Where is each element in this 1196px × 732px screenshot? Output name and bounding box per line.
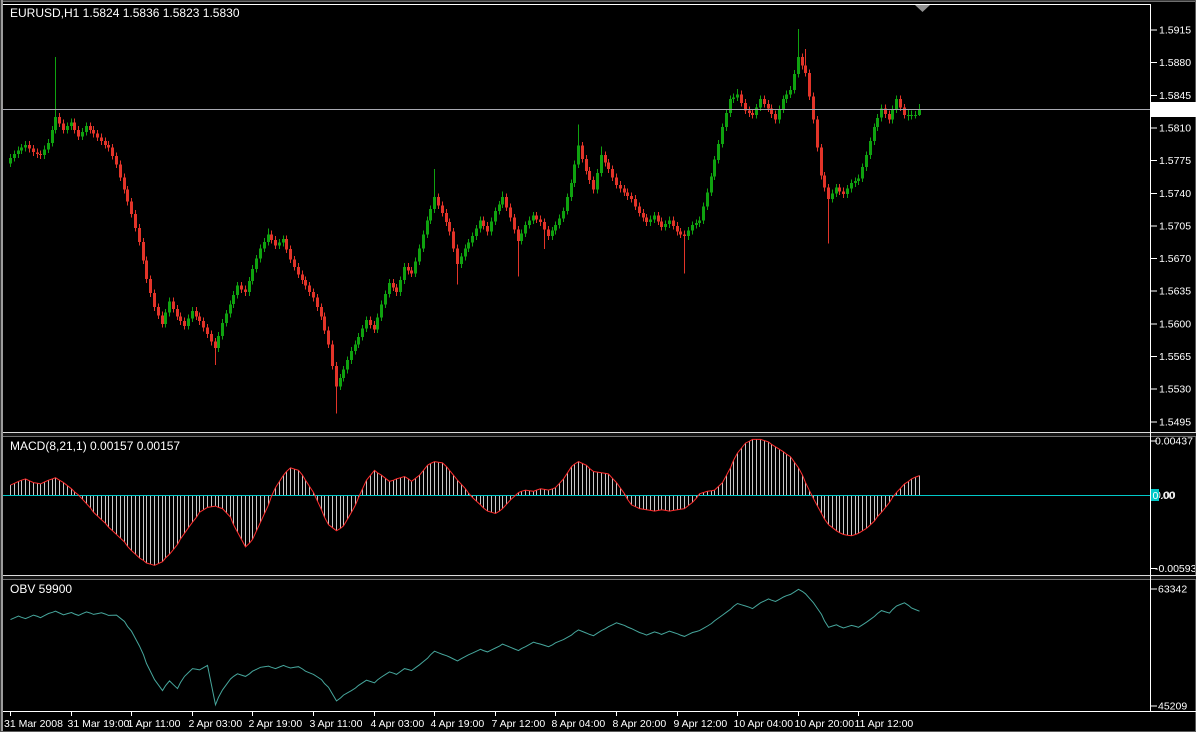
price-axis-label: 1.5670 bbox=[1159, 253, 1191, 265]
price-axis-label: 1.5915 bbox=[1159, 25, 1191, 37]
macd-zero-marker-rest: .00 bbox=[1160, 490, 1175, 502]
price-axis-label: 1.5530 bbox=[1159, 384, 1191, 396]
time-axis-label: 8 Apr 20:00 bbox=[613, 718, 667, 730]
price-axis-label: 1.5810 bbox=[1159, 123, 1191, 135]
price-axis-label: 1.5880 bbox=[1159, 57, 1191, 69]
candle bbox=[808, 69, 811, 100]
candle bbox=[820, 143, 823, 180]
time-axis-label: 10 Apr 04:00 bbox=[734, 718, 794, 730]
time-axis-label: 9 Apr 12:00 bbox=[674, 718, 728, 730]
time-axis-label: 31 Mar 2008 bbox=[4, 718, 63, 730]
obv-label: OBV 59900 bbox=[10, 582, 72, 596]
price-axis-label: 1.5740 bbox=[1159, 188, 1191, 200]
price-axis-label: 1.5635 bbox=[1159, 286, 1191, 298]
time-axis-label: 31 Mar 19:00 bbox=[68, 718, 130, 730]
price-axis-label: 1.5705 bbox=[1159, 220, 1191, 232]
chart-canvas[interactable]: 1.5915 1.5880 1.5845 1.5810 1.5775 1.5740 1.57… bbox=[0, 0, 1196, 732]
price-axis-label: 1.5565 bbox=[1159, 351, 1191, 363]
macd-axis-label: -0.00593 bbox=[1155, 563, 1196, 575]
panel-separator[interactable] bbox=[3, 575, 1196, 580]
candle bbox=[142, 238, 145, 265]
obv-axis-label: 45209 bbox=[1158, 701, 1187, 713]
candle bbox=[573, 160, 576, 187]
macd-axis-label: 0.00437 bbox=[1155, 436, 1193, 448]
time-axis-label: 7 Apr 12:00 bbox=[492, 718, 546, 730]
candle bbox=[812, 92, 815, 124]
time-axis-label: 2 Apr 03:00 bbox=[189, 718, 243, 730]
time-axis-label: 4 Apr 19:00 bbox=[431, 718, 485, 730]
time-axis-label: 11 Apr 12:00 bbox=[855, 718, 914, 730]
candle bbox=[331, 340, 334, 370]
chart-window: 1.5915 1.5880 1.5845 1.5810 1.5775 1.5740 1.57… bbox=[0, 0, 1196, 732]
time-axis-label: 4 Apr 03:00 bbox=[371, 718, 425, 730]
current-price-value: 1.5830 bbox=[1156, 105, 1188, 117]
time-axis-label: 10 Apr 20:00 bbox=[795, 718, 855, 730]
macd-zero-marker-char: 0 bbox=[1153, 490, 1159, 502]
candle bbox=[816, 115, 819, 152]
chart-title: EURUSD,H1 1.5824 1.5836 1.5823 1.5830 bbox=[10, 6, 240, 20]
price-axis-label: 1.5845 bbox=[1159, 90, 1191, 102]
time-axis-label: 8 Apr 04:00 bbox=[552, 718, 606, 730]
macd-zero-marker: 0 .00 bbox=[1151, 489, 1175, 502]
panel-separator[interactable] bbox=[3, 432, 1196, 437]
macd-label: MACD(8,21,1) 0.00157 0.00157 bbox=[10, 439, 180, 453]
price-axis-label: 1.5495 bbox=[1159, 416, 1191, 428]
candle bbox=[145, 256, 148, 283]
current-price-box: 1.5830 bbox=[1151, 102, 1196, 117]
time-axis-label: 1 Apr 11:00 bbox=[128, 718, 181, 730]
obv-axis-label: 63342 bbox=[1158, 584, 1187, 596]
price-axis-label: 1.5600 bbox=[1159, 318, 1191, 330]
time-axis-label: 3 Apr 11:00 bbox=[310, 718, 363, 730]
price-axis-label: 1.5775 bbox=[1159, 155, 1191, 167]
time-axis-label: 2 Apr 19:00 bbox=[249, 718, 303, 730]
